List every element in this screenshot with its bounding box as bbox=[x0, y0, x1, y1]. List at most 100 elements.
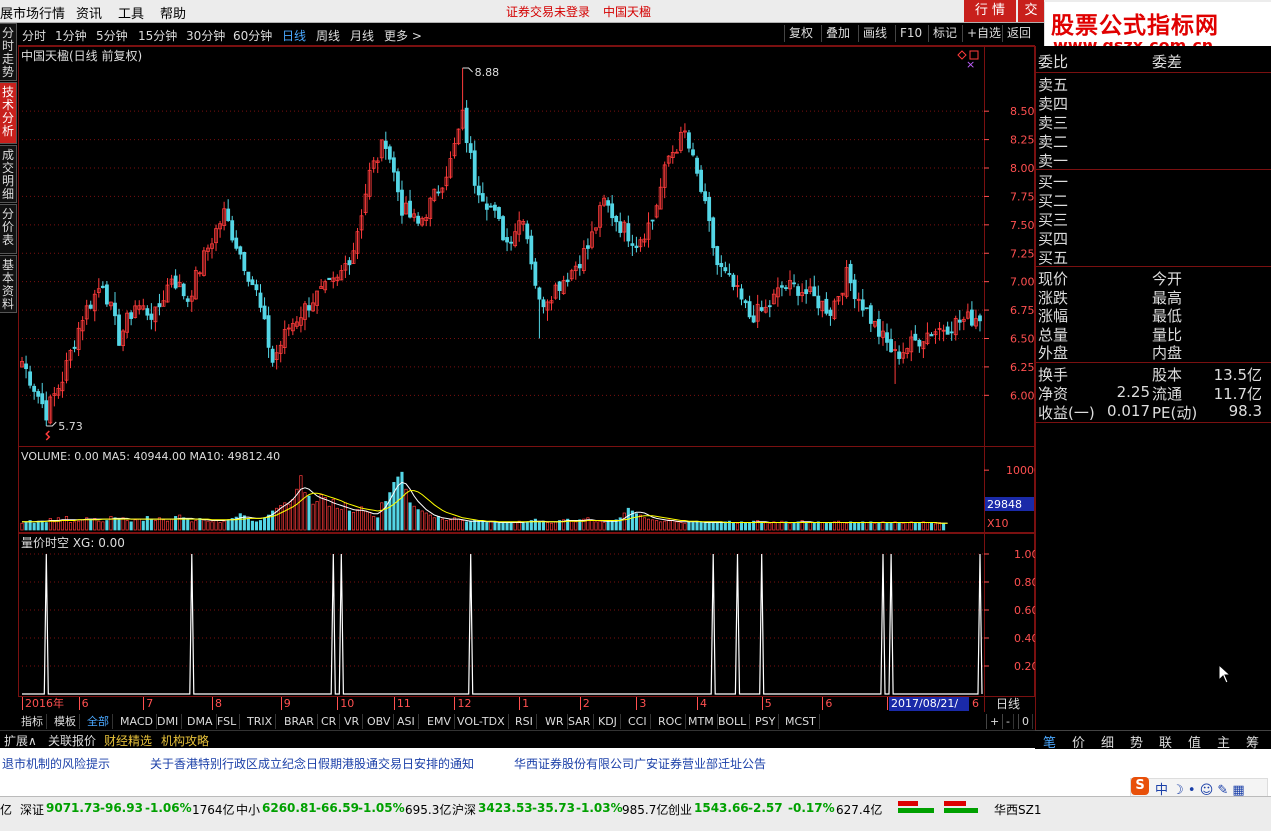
candle-down bbox=[396, 171, 400, 193]
indicator-tab[interactable]: FSL bbox=[214, 714, 241, 729]
tab-trade-details[interactable]: 成交明细 bbox=[0, 145, 17, 203]
tab-technical-analysis[interactable]: 技术分析 bbox=[0, 82, 17, 144]
indicator-tab[interactable]: BOLL bbox=[715, 714, 751, 729]
period-tab[interactable]: 分时 bbox=[22, 27, 46, 44]
period-more[interactable]: 更多 > bbox=[384, 27, 422, 44]
overlay-button[interactable]: 叠加 bbox=[821, 25, 854, 42]
related-quotes-tab[interactable]: 关联报价 bbox=[48, 732, 96, 749]
candle-down bbox=[727, 273, 732, 275]
volume-bar bbox=[574, 521, 578, 531]
indicator-tab[interactable]: TRIX bbox=[244, 714, 277, 729]
index-name[interactable]: 深证 bbox=[20, 801, 44, 818]
tab-intraday[interactable]: 分时走势 bbox=[0, 23, 17, 81]
indicator-tab[interactable]: DMI bbox=[154, 714, 183, 729]
period-tab[interactable]: 月线 bbox=[350, 27, 374, 44]
news-item[interactable]: 退市机制的风险提示 bbox=[2, 755, 110, 772]
news-item[interactable]: 关于香港特别行政区成立纪念日假期港股通交易日安排的通知 bbox=[150, 755, 474, 772]
period-tab[interactable]: 30分钟 bbox=[186, 27, 225, 44]
candle-down bbox=[307, 305, 311, 311]
expand-tab[interactable]: 扩展∧ bbox=[4, 732, 37, 749]
volume-bar bbox=[222, 520, 226, 531]
indicator-tab[interactable]: MACD bbox=[117, 714, 157, 729]
volume-bar bbox=[238, 513, 242, 531]
indicator-tab[interactable]: ROC bbox=[655, 714, 686, 729]
period-tab[interactable]: 60分钟 bbox=[233, 27, 272, 44]
indicator-tab[interactable]: KDJ bbox=[595, 714, 621, 729]
volume-tick-label: 100000 bbox=[1006, 464, 1035, 477]
tab-fundamentals[interactable]: 基本资料 bbox=[0, 255, 17, 313]
trade-button[interactable]: 交 bbox=[1018, 0, 1044, 22]
volume-bar bbox=[186, 519, 190, 531]
zoom-out-button[interactable]: - bbox=[1002, 714, 1014, 729]
draw-line-button[interactable]: 画线 bbox=[858, 25, 891, 42]
period-tab[interactable]: 1分钟 bbox=[55, 27, 87, 44]
menu-tools[interactable]: 工具 bbox=[118, 3, 144, 22]
candle-down bbox=[860, 299, 865, 311]
finance-picks-tab[interactable]: 财经精选 bbox=[104, 732, 152, 749]
candle-down bbox=[509, 241, 514, 244]
xg-title: 量价时空 XG: 0.00 bbox=[21, 536, 125, 550]
zoom-in-button[interactable]: + bbox=[986, 714, 1004, 729]
indicator-tab[interactable]: DMA bbox=[184, 714, 217, 729]
indicator-tab[interactable]: MCST bbox=[782, 714, 820, 729]
quote-panel-tab[interactable]: 筹 bbox=[1246, 732, 1259, 751]
menu-market[interactable]: 展市场行情 bbox=[0, 3, 65, 22]
mark-button[interactable]: 标记 bbox=[928, 25, 961, 42]
index-name[interactable]: 创业 bbox=[668, 801, 692, 818]
volume-bar bbox=[52, 521, 56, 531]
indicator-tab[interactable]: VR bbox=[341, 714, 364, 729]
indicator-tab[interactable]: MTM bbox=[685, 714, 718, 729]
volume-bar bbox=[893, 521, 897, 531]
index-amount: 1764亿 bbox=[192, 803, 235, 817]
quote-panel-tab[interactable]: 主 bbox=[1217, 732, 1230, 751]
indicator-group-tab[interactable]: 指标 bbox=[18, 714, 47, 729]
f10-button[interactable]: F10 bbox=[895, 25, 926, 42]
index-name[interactable]: 沪深 bbox=[452, 801, 476, 818]
volume-bar bbox=[594, 521, 598, 531]
quote-panel-tab[interactable]: 笔 bbox=[1043, 732, 1056, 751]
indicator-tab[interactable]: VOL-TDX bbox=[454, 714, 509, 729]
candle-down bbox=[917, 339, 922, 347]
quote-panel-tab[interactable]: 联 bbox=[1159, 732, 1172, 751]
period-tab[interactable]: 周线 bbox=[316, 27, 340, 44]
chart-area[interactable]: 6.00 6.25 6.50 6.75 7.00 7.25 7.50 7.75 8.00 8.25… bbox=[18, 46, 1035, 712]
period-tab-daily[interactable]: 日线 bbox=[282, 27, 306, 44]
volume-bar bbox=[372, 516, 376, 531]
index-name[interactable]: 中小 bbox=[236, 801, 260, 818]
indicator-tab[interactable]: CCI bbox=[625, 714, 651, 729]
back-button[interactable]: 返回 bbox=[1002, 25, 1035, 42]
indicator-tab[interactable]: PSY bbox=[752, 714, 780, 729]
period-tab[interactable]: 15分钟 bbox=[138, 27, 177, 44]
institution-strategy-tab[interactable]: 机构攻略 bbox=[161, 732, 209, 749]
indicator-tab[interactable]: RSI bbox=[512, 714, 537, 729]
zoom-reset-button[interactable]: 0 bbox=[1018, 714, 1033, 729]
menu-news[interactable]: 资讯 bbox=[76, 3, 102, 22]
restore-rights-button[interactable]: 复权 bbox=[784, 25, 817, 42]
candle-down bbox=[557, 281, 562, 292]
indicator-tab[interactable]: EMV bbox=[424, 714, 455, 729]
volume-bar bbox=[432, 517, 436, 531]
indicator-group-tab[interactable]: 模板 bbox=[51, 714, 80, 729]
quote-row: 总量 量比 bbox=[1038, 324, 1268, 344]
period-tab[interactable]: 5分钟 bbox=[96, 27, 128, 44]
indicator-tab[interactable]: OBV bbox=[364, 714, 395, 729]
ime-toolbar[interactable]: S 中 ☽ • ☺ ✎ ▦ bbox=[1130, 777, 1268, 798]
quote-panel-tab[interactable]: 势 bbox=[1130, 732, 1143, 751]
news-item[interactable]: 华西证券股份有限公司广安证券营业部迁址公告 bbox=[514, 755, 766, 772]
indicator-tab[interactable]: BRAR bbox=[281, 714, 318, 729]
quote-button[interactable]: 行 情 bbox=[964, 0, 1016, 22]
tab-price-table[interactable]: 分价表 bbox=[0, 204, 17, 254]
quote-panel-tab[interactable]: 细 bbox=[1101, 732, 1114, 751]
indicator-tab[interactable]: CR bbox=[318, 714, 341, 729]
indicator-group-tab[interactable]: 全部 bbox=[84, 714, 113, 729]
quote-panel-tab[interactable]: 值 bbox=[1188, 732, 1201, 751]
indicator-tab[interactable]: WR bbox=[542, 714, 568, 729]
candle-down bbox=[468, 143, 473, 153]
menu-help[interactable]: 帮助 bbox=[160, 3, 186, 22]
quote-panel-tab[interactable]: 价 bbox=[1072, 732, 1085, 751]
candle-down bbox=[610, 203, 615, 219]
add-favorite-button[interactable]: +自选 bbox=[962, 25, 1005, 42]
volume-bar bbox=[117, 518, 121, 531]
indicator-tab[interactable]: ASI bbox=[394, 714, 419, 729]
indicator-tab[interactable]: SAR bbox=[565, 714, 595, 729]
